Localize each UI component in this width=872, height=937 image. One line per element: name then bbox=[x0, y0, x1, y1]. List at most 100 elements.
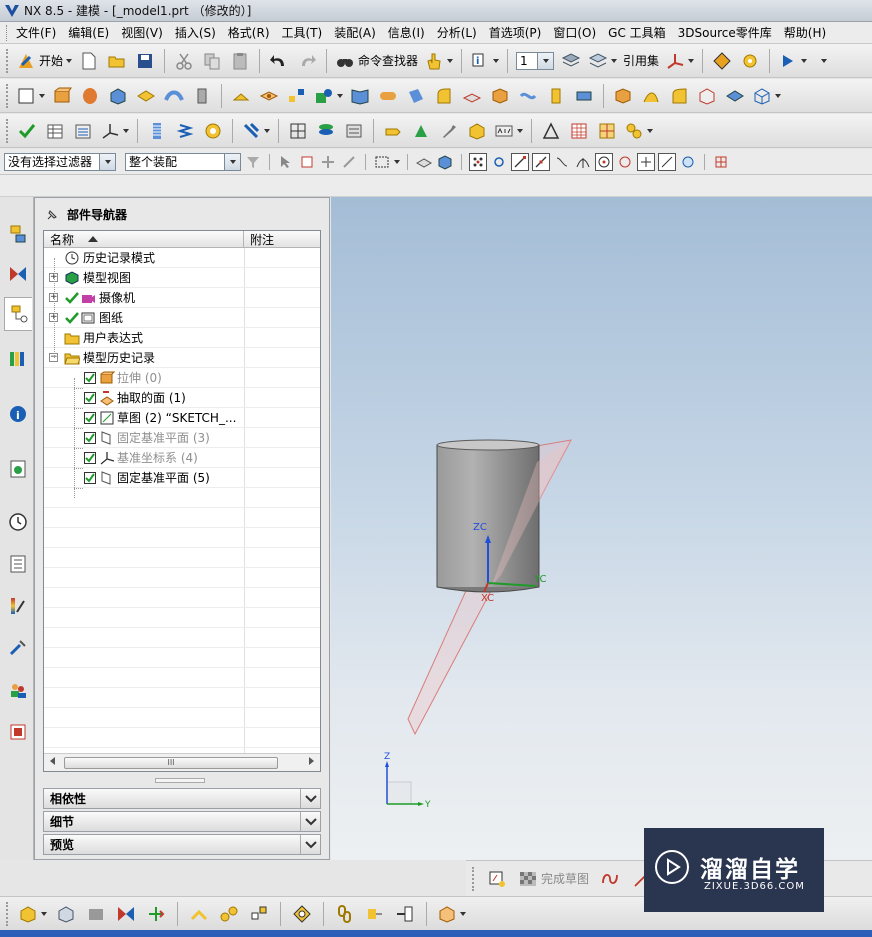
chevron-down-icon[interactable] bbox=[300, 835, 320, 854]
edge-blend-button[interactable] bbox=[431, 83, 457, 109]
command-finder-button[interactable]: 命令查找器 bbox=[333, 48, 420, 74]
tree-row-cameras[interactable]: + 摄像机 bbox=[44, 288, 320, 308]
web-browser-tab[interactable] bbox=[4, 452, 32, 486]
scroll-right-icon[interactable] bbox=[309, 757, 314, 765]
extrude-button[interactable] bbox=[49, 83, 75, 109]
profile-button[interactable] bbox=[597, 866, 623, 892]
assembly-constraints-button[interactable] bbox=[113, 901, 139, 927]
tree-row-model-history[interactable]: − 模型历史记录 bbox=[44, 348, 320, 368]
mirror-button[interactable] bbox=[722, 83, 748, 109]
graphics-window[interactable]: ZC YC XC Z Y bbox=[331, 197, 872, 860]
body-select-icon[interactable] bbox=[436, 153, 454, 171]
feature-checkbox[interactable] bbox=[84, 431, 96, 444]
system-scenes-tab[interactable] bbox=[4, 715, 32, 749]
menu-3dsource[interactable]: 3DSource零件库 bbox=[674, 24, 780, 41]
preview-panel[interactable]: 预览 bbox=[43, 834, 321, 855]
dependencies-panel[interactable]: 相依性 bbox=[43, 788, 321, 809]
intersection-point-icon[interactable] bbox=[574, 153, 592, 171]
horizontal-scrollbar[interactable]: III bbox=[44, 753, 320, 771]
view-orient-button[interactable] bbox=[435, 901, 468, 927]
book-button[interactable] bbox=[347, 83, 373, 109]
tree-row-drawings[interactable]: + 图纸 bbox=[44, 308, 320, 328]
new-component-button[interactable] bbox=[53, 901, 79, 927]
save-button[interactable] bbox=[132, 48, 158, 74]
roles-tab[interactable] bbox=[4, 673, 32, 707]
move-component-button[interactable] bbox=[143, 901, 169, 927]
patch-button[interactable] bbox=[694, 83, 720, 109]
cylinder-button[interactable] bbox=[189, 83, 215, 109]
explode-button[interactable] bbox=[246, 901, 272, 927]
info-button[interactable]: i bbox=[468, 48, 501, 74]
open-button[interactable] bbox=[104, 48, 130, 74]
hd3d-tools-tab[interactable]: i bbox=[4, 397, 32, 431]
paste-button[interactable] bbox=[227, 48, 253, 74]
mid-point-icon[interactable] bbox=[532, 152, 550, 171]
chevron-down-icon[interactable] bbox=[300, 812, 320, 831]
model-scene[interactable]: ZC YC XC Z Y bbox=[331, 197, 872, 860]
part-navigator-tab[interactable] bbox=[4, 297, 32, 331]
manufacturing-wizard-tab[interactable] bbox=[4, 631, 32, 665]
existing-point-icon[interactable] bbox=[637, 152, 655, 171]
select-curve-icon[interactable] bbox=[340, 153, 358, 171]
tree-row-history-mode[interactable]: 历史记录模式 bbox=[44, 248, 320, 268]
triangle-button[interactable] bbox=[538, 118, 564, 144]
spreadsheet-button[interactable] bbox=[566, 118, 592, 144]
history-tab[interactable] bbox=[4, 505, 32, 539]
face-select-icon[interactable] bbox=[415, 153, 433, 171]
edit-feature-button[interactable] bbox=[14, 118, 40, 144]
feature-checkbox[interactable] bbox=[84, 371, 96, 384]
details-panel[interactable]: 细节 bbox=[43, 811, 321, 832]
toolbar-grip[interactable] bbox=[6, 48, 9, 73]
select-box-icon[interactable] bbox=[298, 153, 316, 171]
thread-button[interactable] bbox=[144, 118, 170, 144]
chevron-down-icon[interactable] bbox=[300, 789, 320, 808]
menu-preferences[interactable]: 首选项(P) bbox=[485, 24, 550, 41]
pattern-button[interactable] bbox=[284, 83, 310, 109]
draft-button[interactable] bbox=[610, 83, 636, 109]
face-blend-button[interactable] bbox=[666, 83, 692, 109]
tree-row-datum-plane-3[interactable]: 固定基准平面 (3) bbox=[44, 428, 320, 448]
trim-body-button[interactable] bbox=[487, 83, 513, 109]
play-button[interactable] bbox=[776, 48, 809, 74]
start-button[interactable]: 开始 bbox=[14, 48, 74, 74]
chevron-down-icon[interactable] bbox=[394, 159, 400, 164]
menu-insert[interactable]: 插入(S) bbox=[171, 24, 224, 41]
name-column-header[interactable]: 名称 bbox=[44, 231, 244, 247]
tools-button[interactable] bbox=[436, 118, 462, 144]
copy-button[interactable] bbox=[199, 48, 225, 74]
process-studio-tab[interactable] bbox=[4, 547, 32, 581]
snap-options-icon[interactable] bbox=[490, 153, 508, 171]
reuse-library-tab[interactable] bbox=[4, 342, 32, 376]
wave-geometry-button[interactable] bbox=[362, 901, 388, 927]
filter-icon[interactable] bbox=[244, 153, 262, 171]
tree-row-sketch[interactable]: 草图 (2) “SKETCH_... bbox=[44, 408, 320, 428]
split-body-button[interactable] bbox=[515, 83, 541, 109]
gear-button[interactable] bbox=[200, 118, 226, 144]
part-family-button[interactable] bbox=[464, 118, 490, 144]
control-point-icon[interactable] bbox=[553, 153, 571, 171]
menu-view[interactable]: 视图(V) bbox=[117, 24, 171, 41]
feature-table-button[interactable] bbox=[42, 118, 68, 144]
wcs-button[interactable] bbox=[663, 48, 696, 74]
layer-view-button[interactable] bbox=[341, 118, 367, 144]
hole-button[interactable] bbox=[256, 83, 282, 109]
sketch-task-button[interactable] bbox=[484, 866, 510, 892]
snap-point-icon[interactable] bbox=[469, 152, 487, 171]
note-column-header[interactable]: 附注 bbox=[244, 231, 320, 247]
interpart-button[interactable] bbox=[392, 901, 418, 927]
tree-row-extracted-face[interactable]: 抽取的面 (1) bbox=[44, 388, 320, 408]
menu-information[interactable]: 信息(I) bbox=[384, 24, 433, 41]
touch-mode-button[interactable] bbox=[422, 48, 455, 74]
shell-button[interactable] bbox=[403, 83, 429, 109]
wireframe-button[interactable] bbox=[750, 83, 783, 109]
chain-button[interactable] bbox=[332, 901, 358, 927]
assembly-navigator-tab[interactable] bbox=[4, 217, 32, 251]
panel-splitter[interactable] bbox=[155, 778, 205, 783]
tree-row-extrude[interactable]: 拉伸 (0) bbox=[44, 368, 320, 388]
undo-button[interactable] bbox=[266, 48, 292, 74]
clearance-button[interactable] bbox=[289, 901, 315, 927]
section-button[interactable] bbox=[313, 118, 339, 144]
grid-button[interactable] bbox=[594, 118, 620, 144]
layer-settings-button[interactable] bbox=[558, 48, 584, 74]
analysis-button[interactable] bbox=[737, 48, 763, 74]
